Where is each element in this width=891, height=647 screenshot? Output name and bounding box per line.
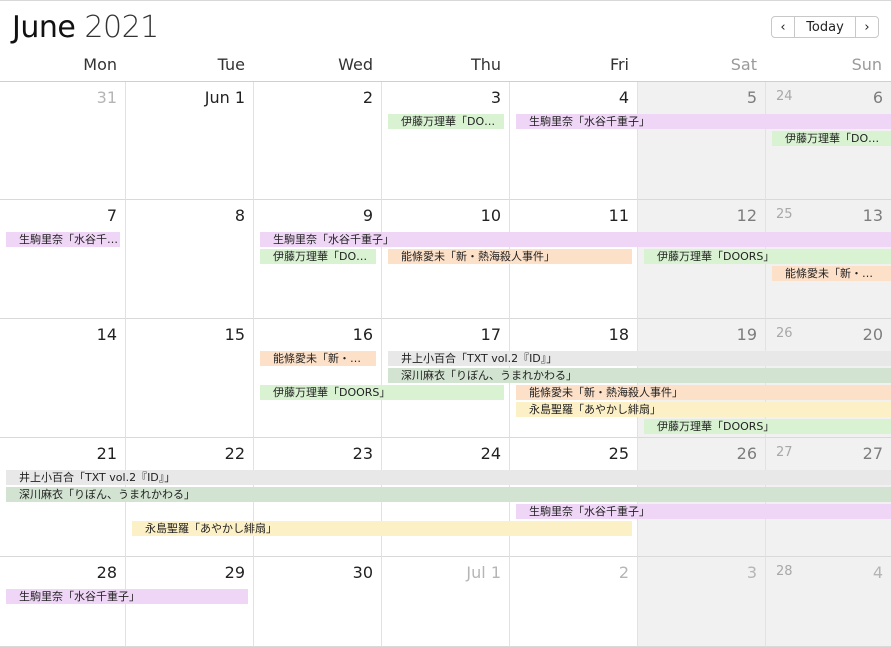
calendar-event[interactable]: 伊藤万理華「DO… bbox=[772, 131, 891, 146]
day-number: 17 bbox=[480, 325, 501, 344]
weekday-sun: Sun bbox=[851, 55, 882, 74]
calendar-event[interactable]: 生駒里奈「水谷千重子」 bbox=[260, 232, 891, 247]
day-number: 13 bbox=[862, 206, 883, 225]
day-cell[interactable]: 4 bbox=[510, 82, 638, 200]
day-number: 25 bbox=[608, 444, 629, 463]
day-number: 6 bbox=[872, 88, 883, 107]
day-number: 23 bbox=[352, 444, 373, 463]
calendar-event[interactable]: 能條愛未「新・熱海殺人事件」 bbox=[388, 249, 632, 264]
previous-month-button[interactable]: ‹ bbox=[771, 16, 795, 38]
weekday-wed: Wed bbox=[338, 55, 373, 74]
day-number: 27 bbox=[862, 444, 883, 463]
day-number: 3 bbox=[490, 88, 501, 107]
day-number: 14 bbox=[96, 325, 117, 344]
day-number: 10 bbox=[480, 206, 501, 225]
week-number: 27 bbox=[776, 445, 793, 460]
day-number: 18 bbox=[608, 325, 629, 344]
day-number: 28 bbox=[96, 563, 117, 582]
day-number: 16 bbox=[352, 325, 373, 344]
weekday-tue: Tue bbox=[217, 55, 245, 74]
day-number: 2 bbox=[618, 563, 629, 582]
day-number: 20 bbox=[862, 325, 883, 344]
day-number: Jun 1 bbox=[204, 88, 245, 107]
calendar-event[interactable]: 井上小百合「TXT vol.2『ID』」 bbox=[6, 470, 891, 485]
calendar-event[interactable]: 深川麻衣「りぼん、うまれかわる」 bbox=[388, 368, 891, 383]
day-cell[interactable]: 7 bbox=[0, 200, 126, 319]
calendar-event[interactable]: 能條愛未「新・熱海殺人事件」 bbox=[516, 385, 891, 400]
calendar-event[interactable]: 能條愛未「新・… bbox=[772, 266, 891, 281]
day-cell[interactable]: 3 bbox=[638, 557, 766, 647]
day-number: 3 bbox=[746, 563, 757, 582]
today-button[interactable]: Today bbox=[794, 16, 856, 38]
calendar-event[interactable]: 伊藤万理華「DO… bbox=[260, 249, 376, 264]
week-number: 26 bbox=[776, 326, 793, 341]
week-number: 24 bbox=[776, 89, 793, 104]
calendar-event[interactable]: 永島聖羅「あやかし緋扇」 bbox=[132, 521, 632, 536]
weekday-thu: Thu bbox=[470, 55, 501, 74]
day-number: 15 bbox=[224, 325, 245, 344]
day-number: 5 bbox=[746, 88, 757, 107]
day-cell[interactable]: 5 bbox=[638, 82, 766, 200]
month-year-title: June 2021 bbox=[12, 10, 159, 46]
day-cell[interactable]: Jun 1 bbox=[126, 82, 254, 200]
day-number: 29 bbox=[224, 563, 245, 582]
day-number: 4 bbox=[618, 88, 629, 107]
calendar-event[interactable]: 伊藤万理華「DOORS」 bbox=[260, 385, 504, 400]
day-cell[interactable]: 31 bbox=[0, 82, 126, 200]
day-number: 30 bbox=[352, 563, 373, 582]
calendar-event[interactable]: 伊藤万理華「DO… bbox=[388, 114, 504, 129]
day-cell[interactable]: 4 28 bbox=[766, 557, 891, 647]
calendar-event[interactable]: 生駒里奈「水谷千重子」 bbox=[6, 589, 248, 604]
calendar-event[interactable]: 能條愛未「新・… bbox=[260, 351, 376, 366]
day-number: 11 bbox=[608, 206, 629, 225]
weekday-mon: Mon bbox=[83, 55, 117, 74]
day-number: 2 bbox=[362, 88, 373, 107]
day-number: 31 bbox=[96, 88, 117, 107]
month-label: June bbox=[12, 10, 76, 45]
day-cell[interactable]: 30 bbox=[254, 557, 382, 647]
day-cell[interactable]: 3 bbox=[382, 82, 510, 200]
calendar-event[interactable]: 伊藤万理華「DOORS」 bbox=[644, 419, 891, 434]
day-number: 19 bbox=[736, 325, 757, 344]
calendar-event[interactable]: 生駒里奈「水谷千重子」 bbox=[516, 114, 891, 129]
day-number: 26 bbox=[736, 444, 757, 463]
day-number: 21 bbox=[96, 444, 117, 463]
next-month-button[interactable]: › bbox=[855, 16, 879, 38]
window-top-border bbox=[0, 0, 891, 1]
day-number: 7 bbox=[106, 206, 117, 225]
year-label: 2021 bbox=[84, 10, 159, 45]
day-number: 24 bbox=[480, 444, 501, 463]
day-cell[interactable]: 8 bbox=[126, 200, 254, 319]
day-number: 12 bbox=[736, 206, 757, 225]
day-number: 9 bbox=[362, 206, 373, 225]
calendar-event[interactable]: 伊藤万理華「DOORS」 bbox=[644, 249, 891, 264]
chevron-left-icon: ‹ bbox=[780, 19, 786, 35]
calendar-event[interactable]: 生駒里奈「水谷千… bbox=[6, 232, 120, 247]
calendar-event[interactable]: 深川麻衣「りぼん、うまれかわる」 bbox=[6, 487, 891, 502]
week-number: 28 bbox=[776, 564, 793, 579]
day-cell[interactable]: 2 bbox=[510, 557, 638, 647]
day-number: 22 bbox=[224, 444, 245, 463]
day-cell[interactable]: 2 bbox=[254, 82, 382, 200]
weekday-fri: Fri bbox=[609, 55, 629, 74]
calendar-event[interactable]: 井上小百合「TXT vol.2『ID』」 bbox=[388, 351, 891, 366]
chevron-right-icon: › bbox=[864, 19, 870, 35]
day-cell[interactable]: 14 bbox=[0, 319, 126, 438]
day-cell[interactable]: 16 bbox=[254, 319, 382, 438]
calendar-event[interactable]: 永島聖羅「あやかし緋扇」 bbox=[516, 402, 891, 417]
weekday-sat: Sat bbox=[730, 55, 757, 74]
day-number: 4 bbox=[872, 563, 883, 582]
week-number: 25 bbox=[776, 207, 793, 222]
day-number: Jul 1 bbox=[466, 563, 501, 582]
day-number: 8 bbox=[234, 206, 245, 225]
day-cell[interactable]: Jul 1 bbox=[382, 557, 510, 647]
day-cell[interactable]: 15 bbox=[126, 319, 254, 438]
calendar-event[interactable]: 生駒里奈「水谷千重子」 bbox=[516, 504, 891, 519]
